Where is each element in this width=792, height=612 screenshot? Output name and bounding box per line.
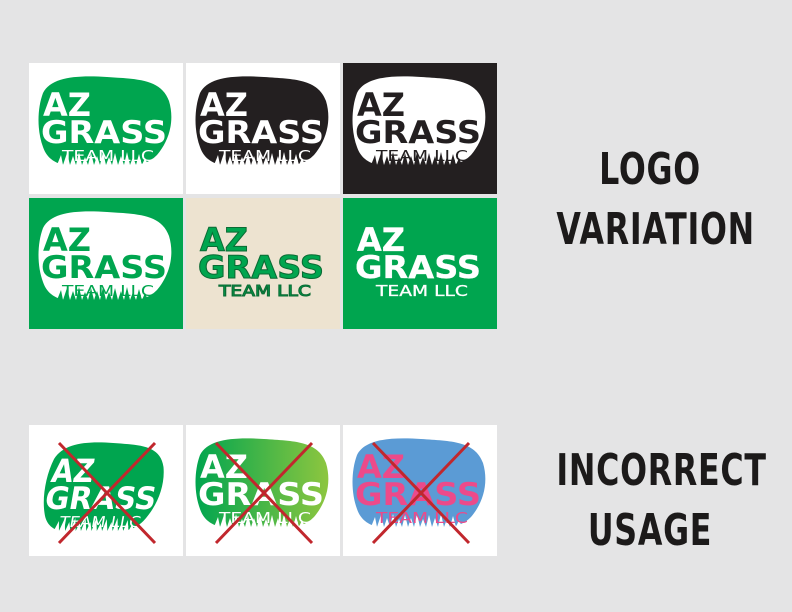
heading-usage: USAGE [587, 505, 713, 556]
logo-variation-white-on-green: AZ GRASS TEAM LLC [29, 198, 183, 329]
logo-text-team-llc: TEAM LLC [375, 282, 468, 300]
logo-text-team-llc: TEAM LLC [218, 147, 311, 165]
logo-text-team-llc: TEAM LLC [375, 147, 468, 165]
logo-text-team-llc: TEAM LLC [61, 282, 154, 300]
heading-incorrect: INCORRECT [556, 445, 767, 496]
logo-text-grass: GRASS [41, 250, 167, 286]
logo-text-grass: GRASS [41, 115, 167, 151]
heading-variation: VARIATION [556, 204, 755, 255]
logo-variation-green-on-white: AZ GRASS TEAM LLC [29, 63, 183, 194]
logo-text-grass: GRASS [355, 115, 481, 151]
incorrect-usage-gradient: AZ GRASS TEAM LLC [186, 425, 340, 556]
logo-text-grass: GRASS [198, 250, 324, 286]
logo-text-team-llc: TEAM LLC [218, 282, 311, 300]
logo-variation-white-on-black: AZ GRASS TEAM LLC [343, 63, 497, 194]
logo-variation-heading: LOGO VARIATION [556, 140, 755, 260]
incorrect-usage-distorted: AZ GRASS TEAM LLC [29, 425, 183, 556]
logo-text-team-llc: TEAM LLC [375, 509, 468, 527]
logo-text-team-llc: TEAM LLC [218, 509, 311, 527]
logo-graphic: AZ GRASS TEAM LLC [343, 198, 497, 329]
logo-graphic: AZ GRASS TEAM LLC [29, 198, 183, 329]
logo-graphic: AZ GRASS TEAM LLC [29, 63, 183, 194]
logo-graphic: AZ GRASS TEAM LLC [186, 425, 340, 556]
incorrect-usage-wrong-colors: AZ GRASS TEAM LLC [343, 425, 497, 556]
logo-graphic: AZ GRASS TEAM LLC [29, 425, 183, 556]
logo-text-grass: GRASS [355, 250, 481, 286]
logo-text-grass: GRASS [198, 115, 324, 151]
heading-logo: LOGO [599, 144, 701, 195]
logo-graphic: AZ GRASS TEAM LLC [343, 63, 497, 194]
logo-variation-black-on-white: AZ GRASS TEAM LLC [186, 63, 340, 194]
logo-text-team-llc: TEAM LLC [61, 147, 154, 165]
logo-graphic: AZ GRASS TEAM LLC [343, 425, 497, 556]
logo-variation-green-on-tan: AZ GRASS TEAM LLC [186, 198, 340, 329]
logo-graphic: AZ GRASS TEAM LLC [186, 63, 340, 194]
logo-variation-white-text-on-green: AZ GRASS TEAM LLC [343, 198, 497, 329]
logo-graphic: AZ GRASS TEAM LLC [186, 198, 340, 329]
incorrect-usage-heading: INCORRECT USAGE [556, 441, 767, 561]
